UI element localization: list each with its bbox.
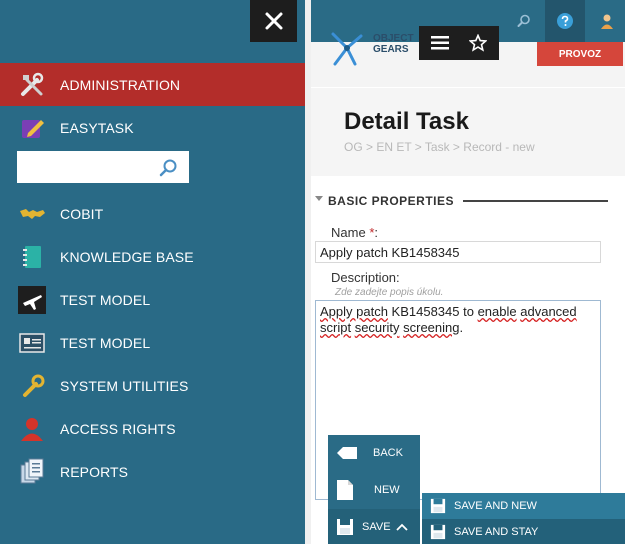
nav-item-label: REPORTS [60, 463, 129, 480]
nav-item-label: KNOWLEDGE BASE [60, 248, 194, 265]
nav-item-system-utilities[interactable]: SYSTEM UTILITIES [0, 364, 305, 407]
name-input[interactable] [315, 241, 601, 263]
id-card-icon [17, 328, 47, 358]
description-label: Description: [331, 270, 400, 285]
nav-item-label: ACCESS RIGHTS [60, 420, 176, 437]
logo-line-1: OBJECT [373, 33, 414, 44]
save-and-new-button[interactable]: SAVE AND NEW [422, 493, 625, 519]
desc-part-8: security [354, 320, 400, 335]
content-panel: OBJECT GEARS PROVOZ Detail Task OG > EN … [311, 0, 625, 544]
nav-search-input[interactable] [17, 151, 157, 183]
help-icon [557, 13, 573, 29]
favorites-button[interactable] [463, 30, 493, 56]
save-and-new-label: SAVE AND NEW [454, 500, 537, 512]
new-document-icon [337, 480, 353, 500]
back-button[interactable]: BACK [328, 435, 420, 471]
desc-part-4: advanced [520, 304, 577, 319]
nav-item-administration[interactable]: ADMINISTRATION [0, 63, 305, 106]
collapse-chevron-icon [315, 196, 323, 201]
page-title: Detail Task [344, 108, 469, 135]
nav-item-cobit[interactable]: COBIT [0, 192, 305, 235]
save-and-stay-button[interactable]: SAVE AND STAY [422, 519, 625, 544]
hamburger-icon [431, 36, 449, 50]
hamburger-menu-button[interactable] [425, 30, 455, 56]
breadcrumb[interactable]: OG > EN ET > Task > Record - new [344, 140, 535, 154]
section-header-basic-properties[interactable]: BASIC PROPERTIES [311, 190, 625, 214]
name-label: Name *: [331, 225, 378, 240]
save-and-stay-label: SAVE AND STAY [454, 525, 539, 538]
save-disk-icon [430, 498, 446, 514]
name-label-text: Name [331, 225, 366, 240]
desc-part-1: KB1458345 to [387, 304, 478, 319]
save-label: SAVE [362, 520, 391, 533]
desc-part-10: screening [403, 320, 460, 335]
notebook-icon [17, 242, 47, 272]
header-search-button[interactable] [507, 0, 541, 42]
nav-item-test-model[interactable]: TEST MODEL [0, 278, 305, 321]
world-map-icon [17, 199, 47, 229]
reports-icon [17, 457, 47, 487]
nav-item-label: TEST MODEL [60, 334, 151, 351]
desc-part-11: . [459, 320, 464, 335]
help-button[interactable] [545, 0, 585, 42]
search-icon [517, 14, 530, 27]
save-button[interactable]: SAVE [328, 509, 420, 544]
user-profile-button[interactable] [589, 0, 625, 42]
nav-item-easytask[interactable]: EASYTASK [0, 106, 305, 149]
search-icon[interactable] [159, 158, 179, 178]
description-hint: Zde zadejte popis úkolu. [335, 287, 444, 298]
nav-item-label: EASYTASK [60, 119, 134, 136]
nav-search-box[interactable] [17, 151, 189, 183]
nav-item-label: ADMINISTRATION [60, 76, 181, 93]
nav-item-label: TEST MODEL [60, 291, 151, 308]
user-icon [601, 14, 613, 29]
title-area: Detail Task OG > EN ET > Task > Record -… [311, 88, 625, 176]
nav-item-label: COBIT [60, 205, 104, 222]
desc-part-6: script [320, 320, 352, 335]
name-label-colon: : [374, 225, 378, 240]
nav-item-access-rights[interactable]: ACCESS RIGHTS [0, 407, 305, 450]
logo-text: OBJECT GEARS [373, 33, 414, 55]
desc-part-2: enable [477, 304, 517, 319]
nav-item-test-model-2[interactable]: TEST MODEL [0, 321, 305, 364]
nav-item-label: SYSTEM UTILITIES [60, 377, 189, 394]
logo-icon [331, 32, 363, 66]
navigation-panel: ADMINISTRATION EASYTASK COBIT KNOWLEDGE … [0, 0, 305, 544]
save-disk-icon [337, 518, 353, 535]
star-icon [469, 34, 487, 52]
wrench-icon [17, 371, 47, 401]
user-icon [17, 414, 47, 444]
section-title: BASIC PROPERTIES [328, 194, 455, 208]
new-button[interactable]: NEW [328, 471, 420, 509]
logo-line-2: GEARS [373, 44, 409, 55]
quick-menu [419, 26, 499, 60]
desc-part-0: Apply patch [320, 304, 388, 319]
close-menu-button[interactable] [250, 0, 297, 42]
edit-icon [17, 113, 47, 143]
nav-item-reports[interactable]: REPORTS [0, 450, 305, 493]
environment-badge: PROVOZ [537, 42, 623, 66]
save-disk-icon [430, 524, 446, 539]
back-arrow-icon [337, 447, 357, 459]
nav-item-knowledge-base[interactable]: KNOWLEDGE BASE [0, 235, 305, 278]
section-divider [463, 200, 608, 202]
new-label: NEW [374, 484, 400, 496]
airplane-icon [17, 285, 47, 315]
close-icon [265, 12, 282, 30]
back-label: BACK [373, 447, 403, 459]
chevron-up-icon [396, 523, 408, 531]
tools-icon [17, 70, 47, 100]
